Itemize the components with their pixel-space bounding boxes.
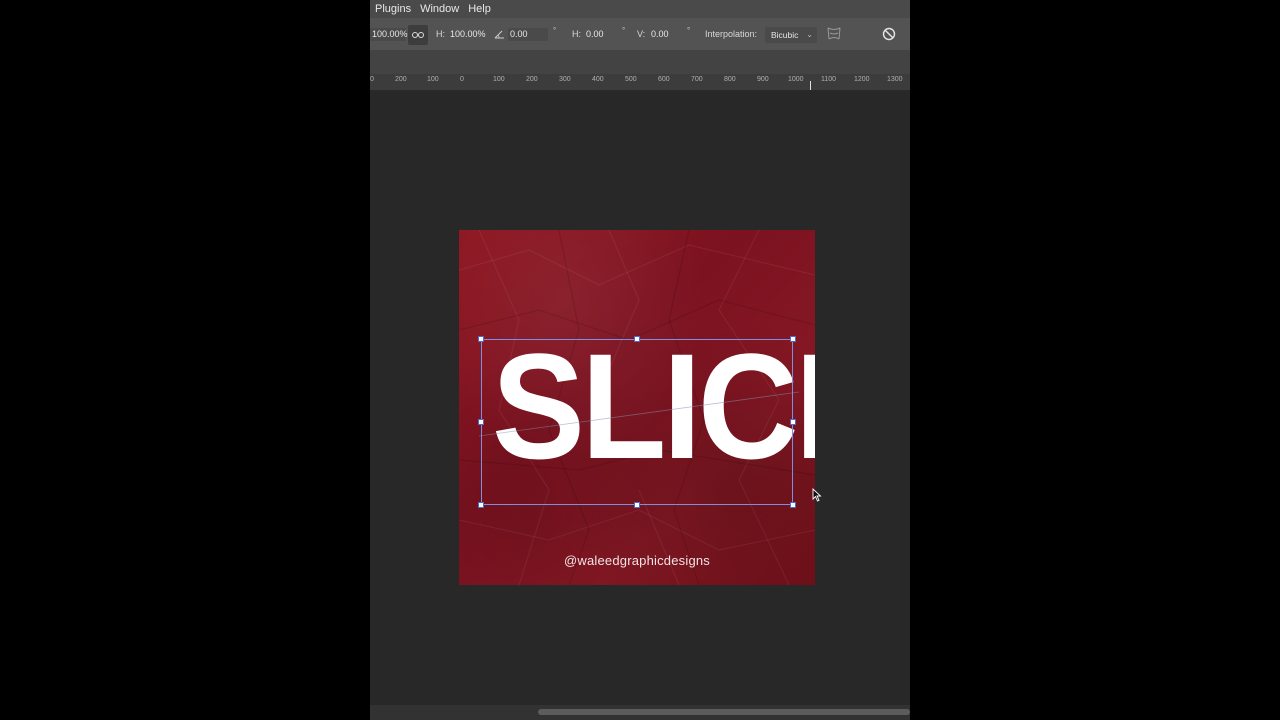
ruler-label: 1200 [854, 76, 870, 83]
menu-help[interactable]: Help [463, 0, 495, 18]
ruler-label: 800 [724, 76, 736, 83]
ruler-label: 600 [658, 76, 670, 83]
skew-v-label: V: [637, 29, 646, 39]
ruler-label: 900 [757, 76, 769, 83]
cancel-icon[interactable] [882, 27, 896, 41]
ruler-label: 1300 [887, 76, 903, 83]
ruler-position-marker [810, 81, 811, 90]
ruler-label: 300 [559, 76, 571, 83]
transform-handle-top-right[interactable] [790, 336, 796, 342]
ruler-label: 100 [427, 76, 439, 83]
transform-bounding-box[interactable] [478, 336, 796, 508]
height-label: H: [436, 29, 445, 39]
ruler-label: 1000 [788, 76, 804, 83]
interpolation-select[interactable]: Bicubic ⌄ [765, 27, 817, 43]
ruler-label: 500 [625, 76, 637, 83]
transform-handle-top-left[interactable] [478, 336, 484, 342]
height-field[interactable]: 100.00% [448, 28, 486, 41]
transform-handle-top-center[interactable] [634, 336, 640, 342]
link-icon[interactable] [408, 25, 428, 45]
horizontal-ruler: 0 200 100 0 100 200 300 400 500 600 700 … [370, 74, 910, 91]
ruler-label: 400 [592, 76, 604, 83]
pointer-cursor-icon [812, 488, 822, 502]
ruler-label: 700 [691, 76, 703, 83]
skew-h-unit: ° [622, 26, 626, 35]
transform-handle-bottom-center[interactable] [634, 502, 640, 508]
watermark-handle: @waleedgraphicdesigns [563, 553, 711, 568]
chevron-down-icon: ⌄ [806, 30, 813, 39]
menu-bar: Plugins Window Help [370, 0, 910, 18]
ruler-label: 200 [526, 76, 538, 83]
ruler-label: 1100 [821, 76, 837, 83]
skew-h-field[interactable]: 0.00 [584, 28, 624, 41]
interpolation-label: Interpolation: [705, 29, 758, 39]
angle-icon [494, 29, 505, 41]
skew-v-unit: ° [687, 26, 691, 35]
transform-handle-bottom-left[interactable] [478, 502, 484, 508]
width-field[interactable]: 100.00% [370, 28, 408, 41]
ruler-label: 0 [460, 76, 464, 83]
interpolation-value: Bicubic [771, 30, 799, 40]
transform-handle-middle-left[interactable] [478, 419, 484, 425]
transform-options-bar: 100.00% H: 100.00% 0.00 ° H: 0.00 ° V: 0… [370, 18, 910, 50]
transform-handle-middle-right[interactable] [790, 419, 796, 425]
horizontal-scrollbar[interactable] [370, 705, 910, 720]
warp-icon[interactable] [825, 26, 843, 42]
menu-window[interactable]: Window [415, 0, 463, 18]
transform-handle-bottom-right[interactable] [790, 502, 796, 508]
document-tab-strip [370, 50, 910, 74]
skew-v-field[interactable]: 0.00 [649, 28, 689, 41]
angle-field[interactable]: 0.00 [508, 28, 548, 41]
photoshop-window: Plugins Window Help 100.00% H: 100.00% 0… [370, 0, 910, 720]
menu-plugins[interactable]: Plugins [370, 0, 415, 18]
ruler-label: 0 [370, 76, 374, 83]
angle-unit: ° [553, 26, 557, 35]
ruler-label: 100 [493, 76, 505, 83]
scrollbar-thumb[interactable] [538, 709, 910, 715]
ruler-label: 200 [395, 76, 407, 83]
skew-h-label: H: [572, 29, 581, 39]
